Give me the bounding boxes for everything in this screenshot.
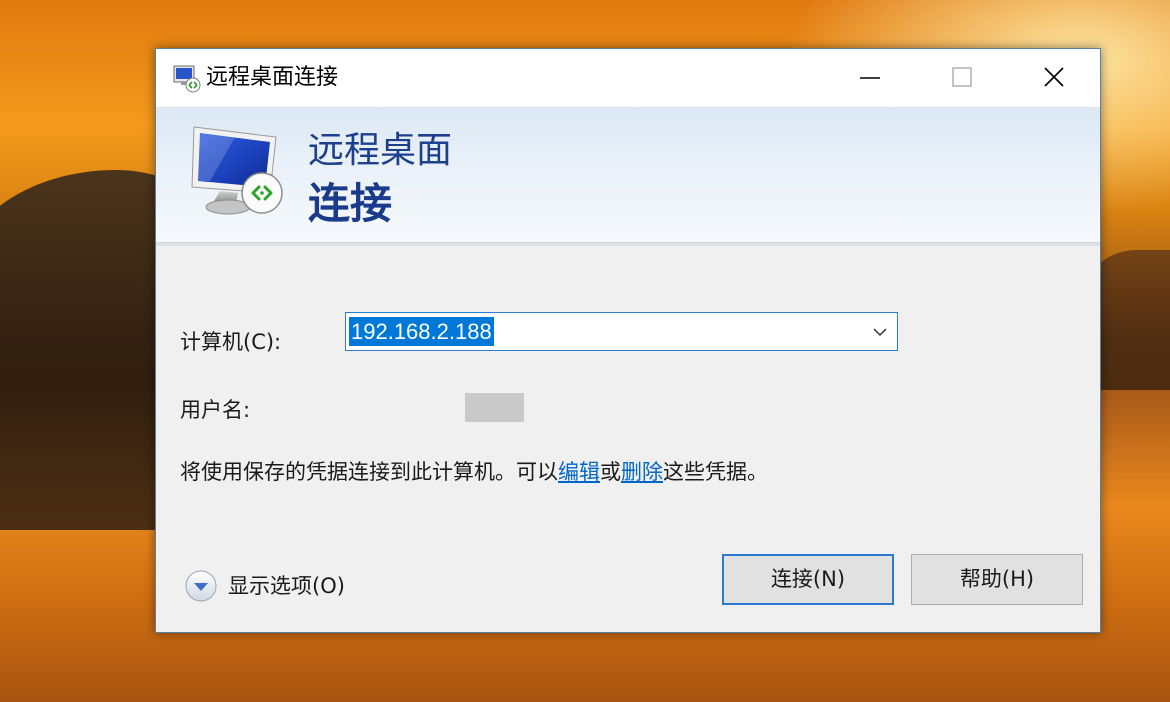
window-title: 远程桌面连接 xyxy=(206,65,339,90)
edit-credentials-link[interactable]: 编辑 xyxy=(558,460,600,484)
header-banner: 远程桌面 连接 xyxy=(156,107,1100,242)
chevron-down-icon[interactable] xyxy=(872,326,888,338)
credentials-info: 将使用保存的凭据连接到此计算机。可以编辑或删除这些凭据。 xyxy=(180,457,768,487)
show-options-label[interactable]: 显示选项(O) xyxy=(228,571,345,601)
info-text-suffix: 这些凭据。 xyxy=(663,460,768,484)
monitor-remote-icon xyxy=(190,121,290,221)
info-text-middle: 或 xyxy=(600,460,621,484)
info-text-prefix: 将使用保存的凭据连接到此计算机。可以 xyxy=(180,460,558,484)
computer-combobox[interactable]: 192.168.2.188 xyxy=(345,312,898,351)
computer-input[interactable]: 192.168.2.188 xyxy=(349,317,494,346)
minimize-icon xyxy=(860,77,880,79)
username-label: 用户名: xyxy=(180,398,251,422)
banner-title-line2: 连接 xyxy=(308,179,393,228)
connect-button[interactable]: 连接(N) xyxy=(722,554,894,605)
expand-circle-icon[interactable] xyxy=(184,569,218,603)
remote-desktop-icon xyxy=(172,63,202,93)
username-value xyxy=(465,393,524,422)
minimize-button[interactable] xyxy=(824,49,916,107)
close-icon xyxy=(1044,67,1064,87)
title-bar[interactable]: 远程桌面连接 xyxy=(156,49,1100,107)
computer-label: 计算机(C): xyxy=(180,330,282,354)
banner-divider xyxy=(156,242,1100,246)
banner-title-line1: 远程桌面 xyxy=(308,130,453,171)
maximize-icon xyxy=(952,67,972,87)
delete-credentials-link[interactable]: 删除 xyxy=(621,460,663,484)
maximize-button[interactable] xyxy=(916,49,1008,107)
close-button[interactable] xyxy=(1008,49,1100,107)
remote-desktop-dialog: 远程桌面连接 远程桌面 连接 计算机(C): 192.168.2.188 用户名… xyxy=(155,48,1101,633)
help-button[interactable]: 帮助(H) xyxy=(911,554,1083,605)
